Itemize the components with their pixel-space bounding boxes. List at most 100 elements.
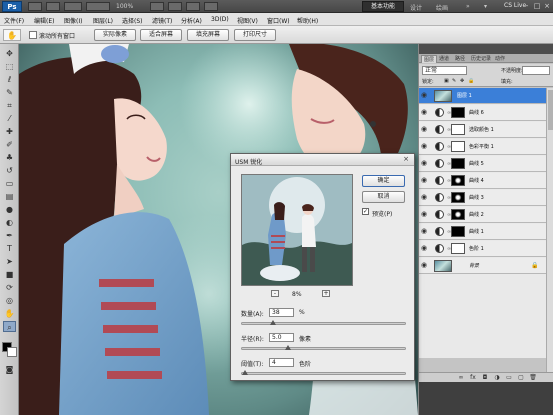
threshold-input[interactable]: 4 [269,358,294,367]
visibility-eye-icon[interactable]: ◉ [421,143,428,150]
lasso-tool-icon[interactable]: ℓ [3,74,16,85]
menu-image[interactable]: 图像(I) [64,16,82,25]
preview-image[interactable] [241,174,353,286]
dodge-tool-icon[interactable]: ◐ [3,217,16,228]
visibility-eye-icon[interactable]: ◉ [421,109,428,116]
menu-help[interactable]: 帮助(H) [297,16,318,25]
layer-row[interactable]: ◉ ∞ 曲线 3 [419,190,546,206]
marquee-tool-icon[interactable]: ⬚ [3,61,16,72]
layer-row[interactable]: ◉ ∞ 曲线 6 [419,105,546,121]
lock-all-icon[interactable]: 🔒 [468,78,474,84]
visibility-eye-icon[interactable]: ◉ [421,262,428,269]
menu-select[interactable]: 选择(S) [122,16,143,25]
crop-tool-icon[interactable]: ⌗ [3,100,16,111]
visibility-eye-icon[interactable]: ◉ [421,194,428,201]
history-brush-tool-icon[interactable]: ↺ [3,165,16,176]
amount-slider-knob[interactable] [270,320,277,325]
cancel-button[interactable]: 取消 [362,191,405,203]
blur-tool-icon[interactable]: ● [3,204,16,215]
layer-mask-thumbnail[interactable] [451,175,465,186]
layer-row[interactable]: ◉ ∞ 选取颜色 1 [419,122,546,138]
preview-checkbox[interactable]: ✓ [362,208,369,215]
pen-tool-icon[interactable]: ✒ [3,230,16,241]
screen-mode-icon[interactable] [204,2,218,11]
opacity-input[interactable] [522,66,550,75]
layer-row[interactable]: ◉ ∞ 曲线 5 [419,156,546,172]
zoom-level[interactable]: 100% [116,2,146,11]
tab-paths[interactable]: 路径 [453,55,467,63]
delete-layer-icon[interactable]: 🗑 [529,374,537,381]
menu-3d[interactable]: 3D(D) [211,16,229,23]
new-layer-icon[interactable]: ▢ [517,374,525,381]
visibility-eye-icon[interactable]: ◉ [421,160,428,167]
hand-tool-shortcut-icon[interactable] [150,2,164,11]
quick-mask-icon[interactable]: ◙ [3,364,16,375]
radius-input[interactable]: 5.0 [269,333,294,342]
quick-selection-tool-icon[interactable]: ✎ [3,87,16,98]
layers-scrollbar[interactable] [546,88,553,372]
brush-tool-icon[interactable]: ✐ [3,139,16,150]
link-layers-icon[interactable]: ∞ [457,374,465,381]
dialog-titlebar[interactable]: USM 锐化 × [231,154,414,166]
3d-rotate-tool-icon[interactable]: ⟳ [3,282,16,293]
scroll-all-windows-checkbox[interactable] [29,31,37,39]
new-adjustment-icon[interactable]: ◑ [493,374,501,381]
visibility-eye-icon[interactable]: ◉ [421,245,428,252]
tab-actions[interactable]: 动作 [493,55,507,63]
actual-pixels-button[interactable]: 实际像素 [94,29,136,41]
layer-mask-thumbnail[interactable] [451,107,465,118]
view-extras-icon[interactable] [64,2,82,11]
layer-row[interactable]: ◉ ∞ 色彩平衡 1 [419,139,546,155]
menu-layer[interactable]: 图层(L) [93,16,113,25]
threshold-slider-knob[interactable] [242,370,249,375]
layer-row[interactable]: ◉ 图层 1 [419,88,546,104]
threshold-slider[interactable] [241,370,406,375]
layer-mask-thumbnail[interactable] [451,192,465,203]
layer-style-icon[interactable]: fx [469,374,477,381]
preview-zoom-in-button[interactable]: + [322,290,330,297]
workspace-essentials-button[interactable]: 基本功能 [362,1,404,12]
workspace-painting-link[interactable]: 绘画 [436,3,448,12]
workspace-dropdown-icon[interactable]: ▾ [484,3,487,10]
layer-mask-thumbnail[interactable] [451,243,465,254]
new-group-icon[interactable]: ▭ [505,374,513,381]
workspace-more-icon[interactable]: » [466,3,470,10]
menu-file[interactable]: 文件(F) [4,16,24,25]
panel-collapse-strip[interactable] [419,44,553,54]
fit-screen-button[interactable]: 适合屏幕 [140,29,182,41]
ok-button[interactable]: 确定 [362,175,405,187]
layer-mask-thumbnail[interactable] [451,158,465,169]
print-size-button[interactable]: 打印尺寸 [234,29,276,41]
menu-view[interactable]: 视图(V) [237,16,258,25]
hand-tool-preset-icon[interactable]: ✋ [3,29,21,41]
layer-row[interactable]: ◉ ∞ 曲线 2 [419,207,546,223]
eraser-tool-icon[interactable]: ▭ [3,178,16,189]
shape-tool-icon[interactable]: ■ [3,269,16,280]
add-mask-icon[interactable]: ◘ [481,374,489,381]
layer-mask-thumbnail[interactable] [451,209,465,220]
layer-row[interactable]: ◉ ∞ 曲线 4 [419,173,546,189]
tab-history[interactable]: 历史记录 [469,55,493,63]
rotate-view-icon[interactable] [186,2,200,11]
preview-zoom-out-button[interactable]: - [271,290,279,297]
healing-brush-tool-icon[interactable]: ✚ [3,126,16,137]
blend-mode-select[interactable]: 正常 [422,66,467,75]
lock-transparent-icon[interactable]: ▣ [444,78,449,84]
workspace-design-link[interactable]: 设计 [410,3,422,12]
radius-slider[interactable] [241,345,406,350]
close-icon[interactable]: × [401,156,411,164]
visibility-eye-icon[interactable]: ◉ [421,177,428,184]
scrollbar-thumb[interactable] [548,90,553,130]
layer-mask-thumbnail[interactable] [451,124,465,135]
layer-row[interactable]: ◉ 背景 🔒 [419,258,546,274]
menu-filter[interactable]: 滤镜(T) [152,16,172,25]
radius-slider-knob[interactable] [285,345,292,350]
layer-mask-thumbnail[interactable] [451,226,465,237]
zoom-tool-shortcut-icon[interactable] [168,2,182,11]
menu-window[interactable]: 窗口(W) [267,16,290,25]
fill-screen-button[interactable]: 填充屏幕 [187,29,229,41]
eyedropper-tool-icon[interactable]: ⁄ [3,113,16,124]
minimize-icon[interactable]: - [522,2,532,11]
visibility-eye-icon[interactable]: ◉ [421,92,428,99]
layer-row[interactable]: ◉ ∞ 曲线 1 [419,224,546,240]
